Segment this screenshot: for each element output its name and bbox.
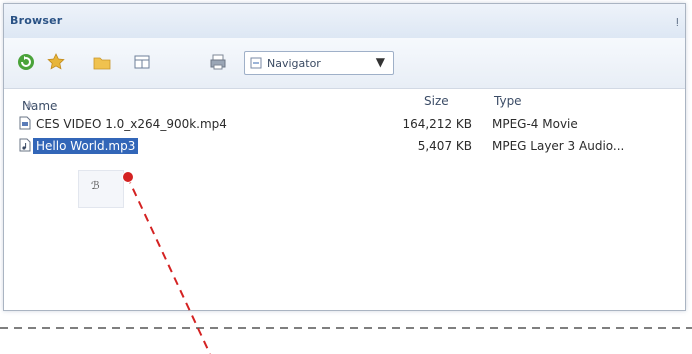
audio-file-icon: [19, 138, 31, 152]
chevron-down-icon[interactable]: ▼: [376, 55, 385, 69]
list-item[interactable]: CES VIDEO 1.0_x264_900k.mp4 164,212 KB M…: [4, 113, 685, 135]
file-type: MPEG-4 Movie: [492, 117, 578, 131]
browser-panel: Browser ⵑ Navigator ▼ Name ▲ Size Type C…: [3, 3, 686, 311]
refresh-icon: [18, 54, 34, 70]
folder-icon: [93, 57, 111, 70]
drag-tooltip: ℬ: [78, 170, 124, 208]
file-name: Hello World.mp3: [33, 138, 139, 154]
drag-point-marker: [122, 171, 134, 183]
video-file-icon: [19, 116, 31, 130]
pin-icon[interactable]: ⵑ: [676, 16, 679, 29]
column-header-size[interactable]: Size: [424, 94, 449, 108]
file-type: MPEG Layer 3 Audio...: [492, 139, 625, 153]
list-item-selected[interactable]: Hello World.mp3 5,407 KB MPEG Layer 3 Au…: [4, 135, 685, 157]
list-header: Name ▲ Size Type: [22, 94, 522, 113]
file-size: 5,407 KB: [417, 139, 472, 153]
navigator-icon: [250, 57, 262, 69]
browser-toolbar: Navigator ▼: [4, 38, 685, 89]
open-folder-button[interactable]: [90, 50, 114, 74]
star-icon: [47, 53, 65, 70]
tooltip-text: ℬ: [91, 179, 100, 192]
navigator-label: Navigator: [267, 57, 321, 70]
refresh-button[interactable]: [14, 50, 38, 74]
sort-indicator-icon: ▲: [26, 99, 33, 109]
grid-view-icon: [134, 55, 150, 69]
favorites-button[interactable]: [44, 50, 68, 74]
panel-titlebar: Browser ⵑ: [4, 4, 685, 39]
selected-file-name: Hello World.mp3: [33, 138, 139, 154]
column-header-type[interactable]: Type: [494, 94, 522, 108]
view-button[interactable]: [130, 50, 154, 74]
navigator-dropdown[interactable]: Navigator ▼: [244, 51, 394, 75]
panel-title: Browser: [10, 14, 63, 27]
printer-icon: [210, 54, 226, 70]
print-button[interactable]: [206, 50, 230, 74]
file-size: 164,212 KB: [402, 117, 472, 131]
file-name: CES VIDEO 1.0_x264_900k.mp4: [36, 117, 227, 131]
